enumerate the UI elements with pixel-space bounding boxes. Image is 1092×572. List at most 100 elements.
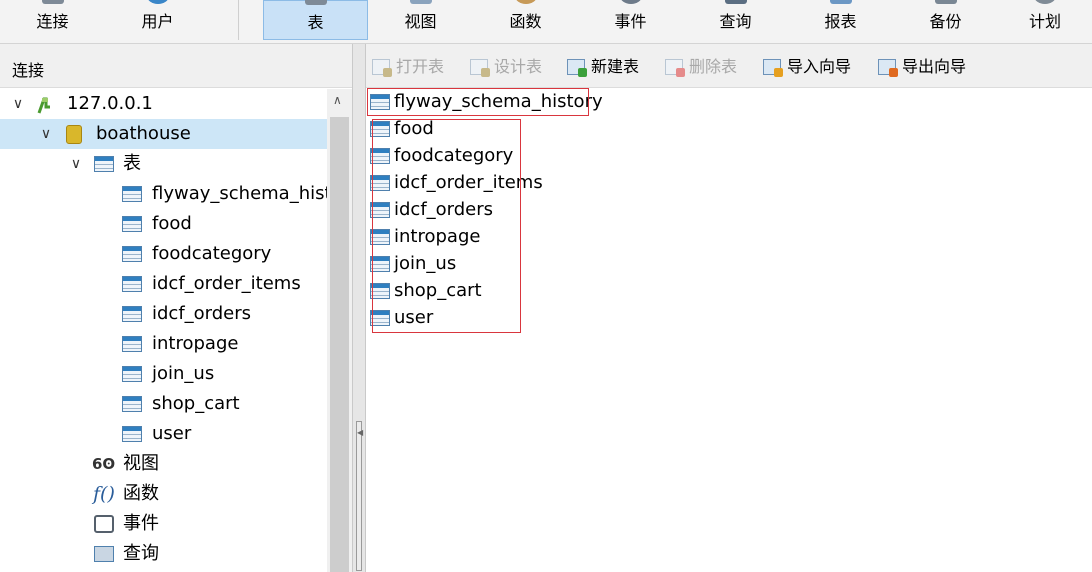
database-label: boathouse — [96, 123, 191, 144]
table-name: food — [152, 213, 192, 234]
table-icon — [304, 0, 327, 5]
ribbon-divider — [238, 0, 239, 40]
ribbon-label: 备份 — [929, 12, 962, 31]
ribbon-label: 用户 — [141, 12, 174, 31]
tree-table-item[interactable]: user — [0, 419, 327, 449]
delete-table-icon — [665, 59, 685, 77]
tables-group-label: 表 — [123, 153, 141, 174]
events-group-label: 事件 — [123, 513, 159, 534]
tree-table-item[interactable]: food — [0, 209, 327, 239]
tree-database[interactable]: ∨ boathouse — [0, 119, 327, 149]
table-icon — [122, 186, 142, 202]
highlight-box-app-tables — [372, 119, 521, 333]
ribbon-connection-button[interactable]: 连接 — [0, 0, 105, 40]
chevron-down-icon[interactable]: ∨ — [69, 149, 83, 179]
ribbon-label: 连接 — [36, 12, 69, 31]
table-name: intropage — [152, 333, 239, 354]
report-icon — [829, 0, 852, 4]
ribbon-user-button[interactable]: 用户 — [105, 0, 210, 40]
tree-table-item[interactable]: intropage — [0, 329, 327, 359]
view-icon — [409, 0, 432, 4]
connection-label: 127.0.0.1 — [67, 93, 153, 114]
table-name: idcf_orders — [152, 303, 252, 324]
ribbon-schedule-button[interactable]: 计划 — [998, 0, 1092, 40]
import-wizard-label: 导入向导 — [787, 57, 852, 76]
export-wizard-icon — [878, 59, 898, 77]
query-icon — [724, 0, 747, 4]
function-icon — [514, 0, 537, 4]
export-wizard-label: 导出向导 — [902, 57, 967, 76]
ribbon-table-button[interactable]: 表 — [263, 0, 368, 40]
event-clock-icon — [94, 515, 114, 533]
design-table-icon — [470, 59, 490, 77]
table-name: flyway_schema_histo — [152, 183, 327, 204]
chevron-down-icon[interactable]: ∨ — [11, 89, 25, 119]
scroll-up-icon[interactable]: ∧ — [333, 93, 342, 107]
tree-tables-group[interactable]: ∨ 表 — [0, 149, 327, 179]
ribbon-toolbar: 连接 用户 表 视图 函数 事件 查询 报表 备份 计划 — [0, 0, 1092, 44]
panel-splitter[interactable]: ◀ — [352, 44, 366, 572]
navigation-tree: ∨ 127.0.0.1 ∨ boathouse ∨ 表 flyway_schem… — [0, 89, 327, 572]
splitter-grip[interactable]: ◀ — [356, 421, 363, 571]
connection-panel-header: 连接 — [0, 44, 352, 88]
schedule-icon — [1034, 0, 1056, 4]
tree-table-item[interactable]: flyway_schema_histo — [0, 179, 327, 209]
tree-queries-group[interactable]: 查询 — [0, 539, 327, 569]
views-group-label: 视图 — [123, 453, 159, 474]
ribbon-label: 表 — [307, 13, 324, 32]
tree-table-item[interactable]: idcf_order_items — [0, 269, 327, 299]
queries-group-label: 查询 — [123, 543, 159, 564]
tree-connection[interactable]: ∨ 127.0.0.1 — [0, 89, 327, 119]
ribbon-function-button[interactable]: 函数 — [473, 0, 578, 40]
ribbon-label: 视图 — [404, 12, 437, 31]
ribbon-label: 事件 — [614, 12, 647, 31]
connection-icon — [41, 0, 64, 4]
table-name: shop_cart — [152, 393, 240, 414]
ribbon-label: 计划 — [1028, 12, 1061, 31]
tree-scrollbar[interactable]: ∧ — [327, 89, 352, 572]
table-name: idcf_order_items — [152, 273, 301, 294]
tree-events-group[interactable]: 事件 — [0, 509, 327, 539]
table-icon — [122, 426, 142, 442]
ribbon-report-button[interactable]: 报表 — [788, 0, 893, 40]
database-icon — [66, 125, 82, 144]
new-table-label: 新建表 — [591, 57, 640, 76]
table-name: foodcategory — [152, 243, 272, 264]
tree-table-item[interactable]: join_us — [0, 359, 327, 389]
chevron-down-icon[interactable]: ∨ — [39, 119, 53, 149]
highlight-box-flyway — [367, 88, 589, 116]
table-icon — [94, 156, 114, 172]
event-icon — [619, 0, 642, 4]
user-icon — [146, 0, 169, 4]
ribbon-query-button[interactable]: 查询 — [683, 0, 788, 40]
tree-table-item[interactable]: foodcategory — [0, 239, 327, 269]
open-table-icon — [372, 59, 392, 77]
scrollbar-thumb[interactable] — [330, 117, 349, 572]
backup-icon — [934, 0, 957, 4]
tree-views-group[interactable]: 6ʘ 视图 — [0, 449, 327, 479]
ribbon-label: 函数 — [509, 12, 542, 31]
table-icon — [122, 306, 142, 322]
table-icon — [122, 216, 142, 232]
glasses-view-icon: 6ʘ — [92, 455, 116, 473]
open-table-label: 打开表 — [396, 57, 445, 76]
table-name: join_us — [152, 363, 215, 384]
tree-functions-group[interactable]: f() 函数 — [0, 479, 327, 509]
table-icon — [122, 336, 142, 352]
functions-group-label: 函数 — [123, 483, 159, 504]
query-icon — [94, 546, 114, 562]
ribbon-label: 查询 — [719, 12, 752, 31]
table-icon — [122, 276, 142, 292]
connection-panel-title: 连接 — [12, 61, 45, 80]
ribbon-backup-button[interactable]: 备份 — [893, 0, 998, 40]
new-table-icon — [567, 59, 587, 77]
mysql-connection-icon — [36, 95, 52, 114]
ribbon-view-button[interactable]: 视图 — [368, 0, 473, 40]
tree-table-item[interactable]: shop_cart — [0, 389, 327, 419]
table-name: user — [152, 423, 192, 444]
tree-table-item[interactable]: idcf_orders — [0, 299, 327, 329]
table-icon — [122, 366, 142, 382]
ribbon-event-button[interactable]: 事件 — [578, 0, 683, 40]
table-icon — [122, 396, 142, 412]
function-icon: f() — [93, 483, 115, 505]
